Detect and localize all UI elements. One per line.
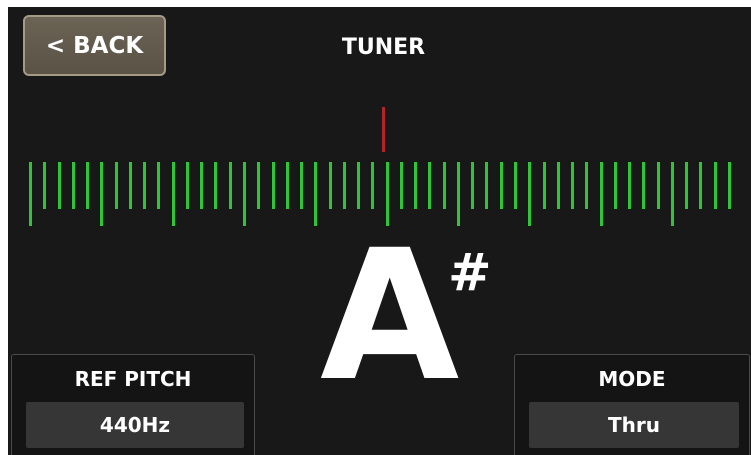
scale-tick — [400, 162, 403, 209]
scale-tick — [699, 162, 702, 209]
scale-tick — [357, 162, 360, 209]
scale-tick — [243, 162, 246, 226]
scale-tick — [29, 162, 32, 226]
ref-pitch-label: REF PITCH — [74, 367, 192, 391]
scale-tick — [58, 162, 61, 209]
scale-tick — [600, 162, 603, 226]
scale-tick — [272, 162, 275, 209]
mode-value[interactable]: Thru — [529, 402, 739, 448]
scale-tick — [642, 162, 645, 209]
scale-tick — [343, 162, 346, 209]
scale-tick — [214, 162, 217, 209]
scale-tick — [129, 162, 132, 209]
scale-tick — [585, 162, 588, 209]
scale-tick — [657, 162, 660, 209]
scale-tick — [414, 162, 417, 209]
scale-tick — [471, 162, 474, 209]
scale-tick — [543, 162, 546, 209]
ref-pitch-panel: REF PITCH 440Hz — [11, 354, 255, 455]
scale-tick — [571, 162, 574, 209]
scale-tick — [300, 162, 303, 209]
scale-tick — [485, 162, 488, 209]
note-accidental: # — [448, 243, 492, 303]
scale-tick — [43, 162, 46, 209]
scale-tick — [100, 162, 103, 226]
scale-tick — [314, 162, 317, 226]
tuner-screen: < BACK TUNER A # REF PITCH 440Hz MODE Th… — [8, 7, 751, 455]
scale-tick — [428, 162, 431, 209]
scale-tick — [186, 162, 189, 209]
scale-tick — [115, 162, 118, 209]
scale-tick — [614, 162, 617, 209]
mode-label: MODE — [598, 367, 666, 391]
scale-tick — [143, 162, 146, 209]
scale-tick — [157, 162, 160, 209]
scale-tick — [671, 162, 674, 226]
scale-tick — [329, 162, 332, 209]
scale-tick — [172, 162, 175, 226]
scale-tick — [72, 162, 75, 209]
ref-pitch-value[interactable]: 440Hz — [26, 402, 244, 448]
scale-tick — [528, 162, 531, 226]
scale-tick — [200, 162, 203, 209]
scale-tick — [229, 162, 232, 209]
scale-tick — [728, 162, 731, 209]
scale-tick — [685, 162, 688, 209]
detected-note: A — [320, 212, 460, 421]
scale-tick — [514, 162, 517, 209]
scale-tick — [371, 162, 374, 209]
scale-tick — [86, 162, 89, 209]
scale-tick — [443, 162, 446, 209]
scale-tick — [257, 162, 260, 209]
scale-tick — [557, 162, 560, 209]
scale-tick — [714, 162, 717, 209]
scale-tick — [286, 162, 289, 209]
scale-tick — [500, 162, 503, 209]
scale-tick — [628, 162, 631, 209]
mode-panel: MODE Thru — [514, 354, 750, 455]
